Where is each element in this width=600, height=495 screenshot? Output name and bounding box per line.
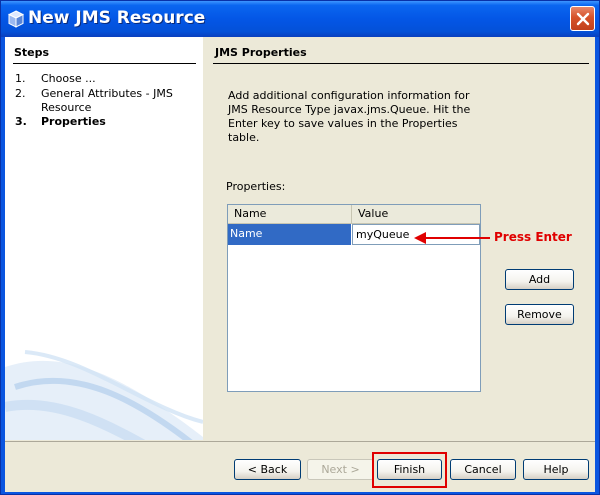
dialog-content: Steps 1. Choose ... 2. General Attribute… <box>5 37 595 492</box>
cell-name[interactable]: Name <box>228 224 351 245</box>
cancel-button[interactable]: Cancel <box>450 459 516 480</box>
annotation-arrow-icon <box>414 232 490 244</box>
back-button[interactable]: < Back <box>234 459 301 480</box>
footer-divider <box>5 441 595 442</box>
next-button[interactable]: Next > <box>307 459 374 480</box>
section-title: JMS Properties <box>215 46 307 59</box>
remove-button[interactable]: Remove <box>505 304 574 325</box>
finish-button[interactable]: Finish <box>377 459 442 480</box>
watermark-graphic <box>5 350 203 440</box>
step-label: General Attributes - JMS Resource <box>41 87 173 114</box>
properties-label: Properties: <box>226 180 286 193</box>
column-header-name[interactable]: Name <box>228 205 352 224</box>
step-number: 3. <box>15 115 27 128</box>
column-header-value[interactable]: Value <box>352 205 480 224</box>
dialog-window: New JMS Resource Steps 1. Choose ... 2. … <box>0 0 600 495</box>
cube-icon <box>7 10 25 28</box>
steps-title: Steps <box>14 46 50 59</box>
close-button[interactable] <box>570 6 595 31</box>
close-icon <box>576 12 590 26</box>
step-item-choose: 1. Choose ... <box>15 72 195 86</box>
step-label: Properties <box>41 115 106 128</box>
title-bar[interactable]: New JMS Resource <box>1 1 599 37</box>
step-label: Choose ... <box>41 72 96 85</box>
annotation-label: Press Enter <box>494 230 572 244</box>
add-button[interactable]: Add <box>505 269 574 290</box>
steps-divider <box>13 63 196 64</box>
section-divider <box>213 63 589 64</box>
step-item-properties: 3. Properties <box>15 115 195 129</box>
step-number: 1. <box>15 72 26 85</box>
help-button[interactable]: Help <box>523 459 589 480</box>
window-title: New JMS Resource <box>28 8 206 28</box>
step-number: 2. <box>15 87 26 100</box>
description-text: Add additional configuration information… <box>228 89 471 144</box>
steps-panel: Steps 1. Choose ... 2. General Attribute… <box>5 37 203 440</box>
step-item-general-attributes: 2. General Attributes - JMS Resource <box>15 87 195 115</box>
